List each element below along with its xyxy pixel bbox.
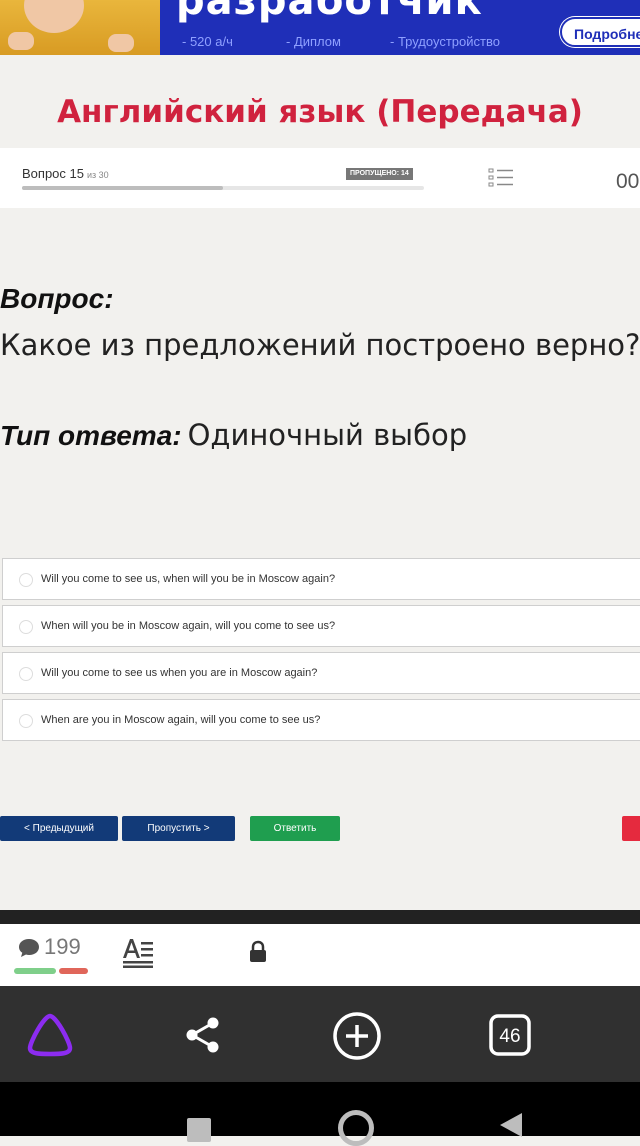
answer-option-text: When will you be in Moscow again, will y… — [41, 620, 336, 632]
answer-option[interactable]: When are you in Moscow again, will you c… — [2, 699, 640, 741]
share-icon[interactable] — [184, 1015, 222, 1055]
question-total: из 30 — [86, 170, 109, 180]
answer-option-text: When are you in Moscow again, will you c… — [41, 714, 321, 726]
skip-button[interactable]: Пропустить > — [122, 816, 235, 841]
new-tab-icon[interactable] — [331, 1010, 383, 1062]
progress-bar — [22, 186, 424, 190]
radio-button[interactable] — [19, 620, 33, 634]
alice-assistant-icon[interactable] — [26, 1012, 74, 1058]
answer-type-value: Одиночный выбор — [187, 418, 468, 452]
system-navigation-bar — [0, 1082, 640, 1136]
banner-face — [24, 0, 84, 33]
tabs-icon[interactable]: 46 — [488, 1013, 532, 1057]
divider — [0, 910, 640, 924]
banner-headline: разработчик — [176, 0, 483, 24]
content-bar — [0, 924, 640, 986]
banner-hand-left — [8, 32, 34, 50]
finish-button[interactable] — [622, 816, 640, 841]
ad-banner[interactable]: разработчик - 520 а/ч - Диплом - Трудоус… — [0, 0, 640, 55]
question-counter: Вопрос 15 из 30 — [22, 166, 109, 181]
progress-bar-fill — [22, 186, 223, 190]
banner-tag-employment: - Трудоустройство — [390, 34, 500, 49]
answer-type-label: Тип ответа: — [0, 420, 182, 451]
previous-button[interactable]: < Предыдущий — [0, 816, 118, 841]
home-icon[interactable] — [338, 1110, 374, 1146]
answer-option-text: Will you come to see us when you are in … — [41, 667, 318, 679]
answer-option[interactable]: When will you be in Moscow again, will y… — [2, 605, 640, 647]
banner-tag-rate: - 520 а/ч — [182, 34, 233, 49]
question-heading: Вопрос: — [0, 283, 114, 314]
banner-hand-right — [108, 34, 134, 52]
answer-option-text: Will you come to see us, when will you b… — [41, 573, 336, 585]
answer-option[interactable]: Will you come to see us when you are in … — [2, 652, 640, 694]
banner-photo — [0, 0, 160, 55]
tabs-count: 46 — [499, 1026, 520, 1047]
radio-button[interactable] — [19, 573, 33, 587]
page-title: Английский язык (Передача) — [57, 94, 583, 130]
comment-count[interactable]: 199 — [44, 934, 81, 960]
answer-option[interactable]: Will you come to see us, when will you b… — [2, 558, 640, 600]
radio-button[interactable] — [19, 667, 33, 681]
vote-positive-bar — [14, 968, 56, 974]
browser-toolbar — [0, 986, 640, 1082]
question-text: Какое из предложений построено верно? — [0, 328, 640, 362]
back-icon[interactable] — [500, 1113, 522, 1137]
answer-button[interactable]: Ответить — [250, 816, 340, 841]
radio-button[interactable] — [19, 714, 33, 728]
recent-apps-icon[interactable] — [187, 1118, 211, 1142]
timer: 00 — [616, 170, 640, 193]
question-list-icon[interactable] — [488, 167, 514, 189]
reader-mode-icon[interactable] — [121, 936, 155, 968]
lock-icon — [250, 940, 266, 962]
vote-negative-bar — [59, 968, 88, 974]
answer-type: Тип ответа: Одиночный выбор — [0, 418, 467, 452]
banner-tag-diploma: - Диплом — [286, 34, 341, 49]
skipped-badge: ПРОПУЩЕНО: 14 — [346, 168, 413, 180]
banner-more-button[interactable]: Подробнее — [560, 17, 640, 47]
comment-icon[interactable] — [18, 938, 40, 958]
question-number: Вопрос 15 — [22, 166, 84, 181]
